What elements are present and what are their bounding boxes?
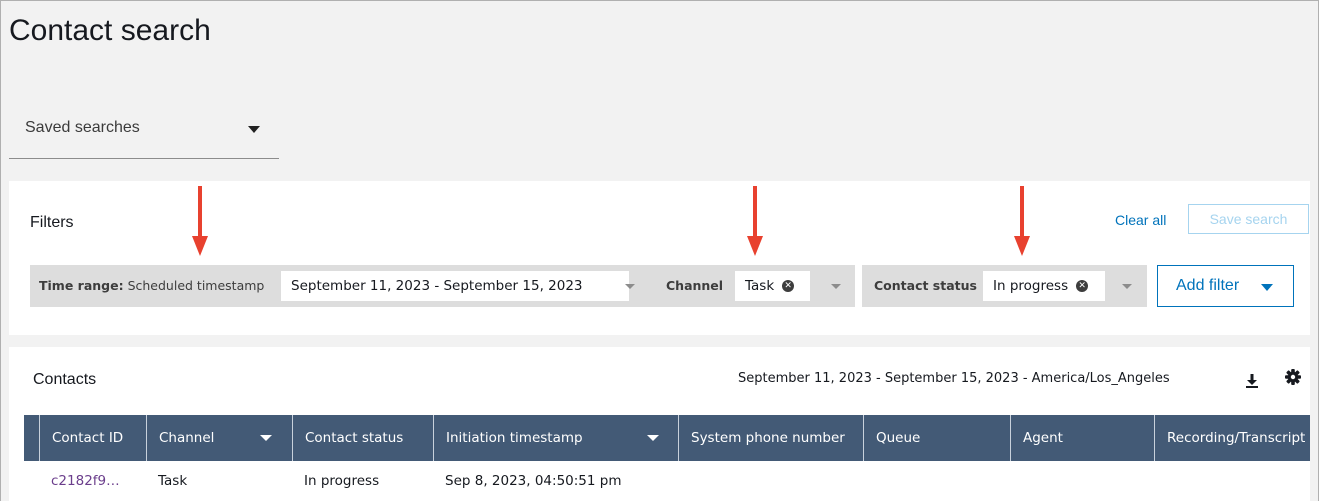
- chevron-down-icon[interactable]: [831, 284, 841, 289]
- annotation-arrow-icon: [1014, 186, 1030, 256]
- time-range-label-bold: Time range:: [39, 278, 124, 293]
- frame-border: [0, 0, 1, 501]
- close-circle-icon[interactable]: ✕: [782, 280, 795, 292]
- saved-searches-label: Saved searches: [25, 119, 140, 136]
- time-range-filter: Time range: Scheduled timestamp Septembe…: [30, 265, 657, 307]
- clear-all-link[interactable]: Clear all: [1115, 212, 1166, 228]
- chevron-down-icon: [647, 435, 659, 441]
- column-header-initiation-timestamp-label: Initiation timestamp: [446, 430, 583, 446]
- frame-border: [0, 0, 1319, 1]
- gear-icon[interactable]: [1285, 369, 1301, 385]
- page-title: Contact search: [9, 14, 211, 47]
- download-icon[interactable]: [1245, 372, 1259, 388]
- contacts-title: Contacts: [33, 371, 97, 388]
- channel-filter: Channel Task ✕: [656, 265, 855, 307]
- annotation-arrow-icon: [747, 186, 763, 256]
- column-header-agent[interactable]: Agent: [1010, 415, 1154, 461]
- channel-label: Channel: [666, 278, 723, 293]
- add-filter-label: Add filter: [1176, 277, 1240, 294]
- column-header-contact-status[interactable]: Contact status: [292, 415, 433, 461]
- column-header-initiation-timestamp[interactable]: Initiation timestamp: [433, 415, 678, 461]
- table-header-spacer: [24, 415, 39, 461]
- contact-status-value[interactable]: In progress ✕: [983, 271, 1105, 301]
- save-search-button[interactable]: Save search: [1188, 204, 1309, 234]
- contact-status-label-text: Contact status: [874, 278, 977, 293]
- time-range-label: Time range: Scheduled timestamp: [39, 278, 264, 293]
- chevron-down-icon: [260, 435, 272, 441]
- cell-initiation-timestamp: Sep 8, 2023, 04:50:51 pm: [445, 473, 622, 489]
- column-header-channel[interactable]: Channel: [146, 415, 292, 461]
- contact-search-page: Contact search Saved searches Filters Cl…: [0, 0, 1319, 501]
- channel-value[interactable]: Task ✕: [735, 271, 810, 301]
- chevron-down-icon[interactable]: [1122, 284, 1132, 289]
- saved-searches-dropdown[interactable]: Saved searches: [9, 104, 279, 159]
- contact-status-value-text: In progress: [993, 278, 1069, 294]
- close-circle-icon[interactable]: ✕: [1076, 280, 1089, 292]
- filters-title: Filters: [30, 214, 74, 231]
- channel-value-text: Task: [745, 278, 775, 294]
- column-header-channel-label: Channel: [159, 430, 215, 446]
- table-header: Contact ID Channel Contact status Initia…: [24, 415, 1310, 461]
- chevron-down-icon: [248, 126, 260, 133]
- cell-contact-status: In progress: [304, 473, 380, 489]
- contacts-date-range: September 11, 2023 - September 15, 2023 …: [738, 371, 1170, 386]
- column-header-contact-id[interactable]: Contact ID: [39, 415, 146, 461]
- contact-id-link[interactable]: c2182f9…: [51, 473, 120, 489]
- contact-status-filter: Contact status In progress ✕: [862, 265, 1147, 307]
- table-row: c2182f9… Task In progress Sep 8, 2023, 0…: [24, 461, 1310, 501]
- column-header-recording-transcript[interactable]: Recording/Transcript: [1154, 415, 1310, 461]
- channel-label-text: Channel: [666, 278, 724, 293]
- chevron-down-icon[interactable]: [625, 284, 635, 289]
- annotation-arrow-icon: [192, 186, 208, 256]
- chevron-down-icon: [1261, 284, 1273, 291]
- time-range-value[interactable]: September 11, 2023 - September 15, 2023: [281, 271, 629, 301]
- contact-status-label: Contact status: [874, 278, 977, 293]
- add-filter-button[interactable]: Add filter: [1157, 265, 1294, 307]
- contacts-panel: Contacts September 11, 2023 - September …: [9, 347, 1310, 501]
- cell-channel: Task: [158, 473, 188, 489]
- time-range-label-rest: Scheduled timestamp: [123, 278, 265, 293]
- column-header-queue[interactable]: Queue: [863, 415, 1010, 461]
- column-header-system-phone-number[interactable]: System phone number: [678, 415, 863, 461]
